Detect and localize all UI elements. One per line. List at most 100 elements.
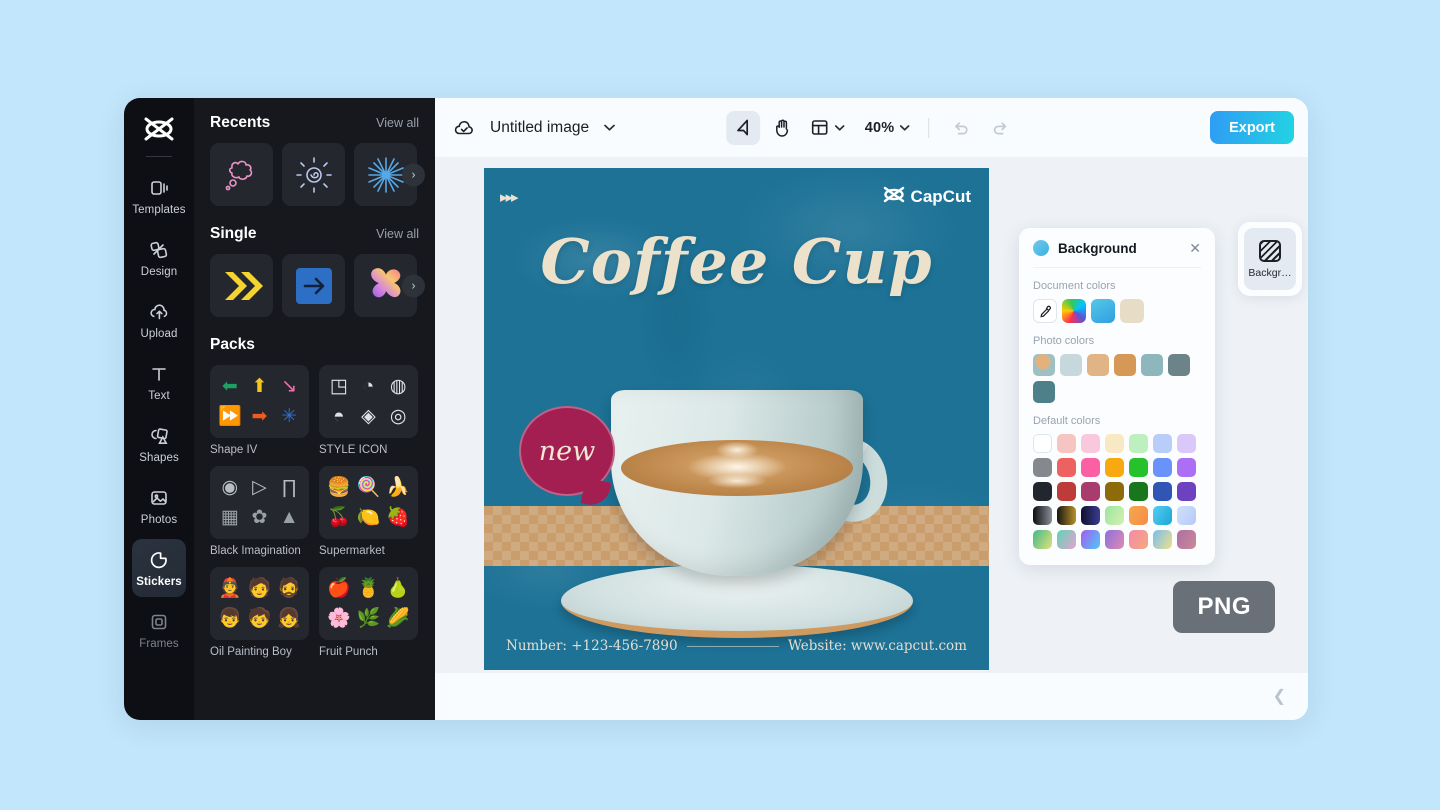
canvas-bottom-pad xyxy=(435,673,1308,720)
swatch-magenta-dark[interactable] xyxy=(1081,482,1100,501)
swatch-purple[interactable] xyxy=(1177,458,1196,477)
footer-divider xyxy=(686,645,779,647)
swatch-sand[interactable] xyxy=(1120,299,1144,323)
pack-supermarket[interactable]: 🍔 🍭 🍌 🍒 🍋 🍓 Supermarket xyxy=(319,466,418,557)
swatch-grad-purpleblue[interactable] xyxy=(1081,530,1100,549)
swatch-teal-light[interactable] xyxy=(1141,354,1163,376)
rail-divider xyxy=(146,156,172,157)
pack-style-icon[interactable]: ◳ ◔ ◍ ◓ ◈ ◎ STYLE ICON xyxy=(319,365,418,456)
swatch-violet[interactable] xyxy=(1177,482,1196,501)
swatch-grad-blueyellow[interactable] xyxy=(1153,530,1172,549)
frames-icon xyxy=(149,611,169,633)
swatch-pale-pink[interactable] xyxy=(1081,434,1100,453)
background-tool-button[interactable]: Backgr… xyxy=(1244,228,1296,290)
sidebar-item-label: Stickers xyxy=(136,575,182,588)
poster-phone-label[interactable]: Number: +123-456-7890 xyxy=(506,638,678,654)
swatch-grad-dark[interactable] xyxy=(1033,506,1052,525)
swatch-pink[interactable] xyxy=(1081,458,1100,477)
pack-sticker: ∏ xyxy=(281,476,297,498)
sidebar-item-frames[interactable]: Frames xyxy=(132,601,186,659)
sidebar-item-photos[interactable]: Photos xyxy=(132,477,186,535)
swatch-slate[interactable] xyxy=(1168,354,1190,376)
swatch-grad-periwinkle[interactable] xyxy=(1177,506,1196,525)
blue-arrow-square-sticker[interactable] xyxy=(282,254,345,317)
layout-tool[interactable] xyxy=(806,111,849,145)
pack-black-imagination[interactable]: ◉ ▷ ∏ ▦ ✿ ▲ Black Imagination xyxy=(210,466,309,557)
recents-next-arrow[interactable]: › xyxy=(402,163,425,186)
current-color-swatch[interactable] xyxy=(1033,240,1049,256)
pack-shape-iv[interactable]: ⬅ ⬆ ↘ ⏩ ➡ ✳ Shape IV xyxy=(210,365,309,456)
swatch-indigo[interactable] xyxy=(1153,482,1172,501)
sidebar-item-design[interactable]: Design xyxy=(132,229,186,287)
capcut-logo-icon[interactable] xyxy=(140,112,178,146)
swatch-red[interactable] xyxy=(1057,458,1076,477)
swatch-grad-tealpink[interactable] xyxy=(1057,530,1076,549)
swatch-rainbow[interactable] xyxy=(1062,299,1086,323)
swatch-grad-greenyellow[interactable] xyxy=(1033,530,1052,549)
swatch-teal-dark[interactable] xyxy=(1033,381,1055,403)
sun-swirl-sticker[interactable] xyxy=(282,143,345,206)
swatch-pale-blue[interactable] xyxy=(1060,354,1082,376)
zoom-level-control[interactable]: 40% xyxy=(861,111,915,145)
sidebar-item-shapes[interactable]: Shapes xyxy=(132,415,186,473)
swatch-grad-navy[interactable] xyxy=(1081,506,1100,525)
redo-button[interactable] xyxy=(983,111,1017,145)
coffee-cup-image[interactable] xyxy=(547,346,927,666)
swatch-ochre[interactable] xyxy=(1114,354,1136,376)
swatch-near-black[interactable] xyxy=(1033,482,1052,501)
swatch-grad-cyan[interactable] xyxy=(1153,506,1172,525)
single-next-arrow[interactable]: › xyxy=(402,274,425,297)
swatch-grad-mint[interactable] xyxy=(1105,506,1124,525)
yellow-double-chevron-sticker[interactable] xyxy=(210,254,273,317)
pack-fruit-punch[interactable]: 🍎 🍍 🍐 🌸 🌿 🌽 Fruit Punch xyxy=(319,567,418,658)
select-tool[interactable] xyxy=(725,110,760,145)
document-title[interactable]: Untitled image xyxy=(490,119,589,137)
swatch-dark-red[interactable] xyxy=(1057,482,1076,501)
sidebar-item-stickers[interactable]: Stickers xyxy=(132,539,186,597)
close-icon[interactable]: ✕ xyxy=(1189,241,1201,255)
photo-colors-row xyxy=(1033,354,1201,403)
background-panel[interactable]: Background ✕ Document colors Photo color… xyxy=(1019,228,1215,565)
swatch-white[interactable] xyxy=(1033,434,1052,453)
view-all-recents[interactable]: View all xyxy=(376,116,419,130)
swatch-forest[interactable] xyxy=(1129,482,1148,501)
sidebar-item-upload[interactable]: Upload xyxy=(132,291,186,349)
swatch-olive[interactable] xyxy=(1105,482,1124,501)
swatch-pale-red[interactable] xyxy=(1057,434,1076,453)
pack-oil-painting-boy[interactable]: 👲 🧑 🧔 👦 🧒 👧 Oil Painting Boy xyxy=(210,567,309,658)
undo-button[interactable] xyxy=(943,111,977,145)
swatch-grad-violetpink[interactable] xyxy=(1105,530,1124,549)
poster-footer: Number: +123-456-7890 Website: www.capcu… xyxy=(484,638,989,654)
new-badge[interactable]: new xyxy=(519,406,615,496)
swatch-pale-cream[interactable] xyxy=(1105,434,1124,453)
chevron-left-icon[interactable]: ❮ xyxy=(1273,686,1286,706)
swatch-blue[interactable] xyxy=(1153,458,1172,477)
swatch-green[interactable] xyxy=(1129,458,1148,477)
sidebar-item-text[interactable]: Text xyxy=(132,353,186,411)
chevron-down-icon[interactable] xyxy=(603,123,616,132)
hand-tool[interactable] xyxy=(766,111,800,145)
swatch-pale-blue2[interactable] xyxy=(1153,434,1172,453)
swatch-amber[interactable] xyxy=(1105,458,1124,477)
swatch-gray[interactable] xyxy=(1033,458,1052,477)
swatch-image-thumb[interactable] xyxy=(1033,354,1055,376)
sidebar-item-templates[interactable]: Templates xyxy=(132,167,186,225)
swatch-grad-orange[interactable] xyxy=(1129,506,1148,525)
swatch-grad-mauve[interactable] xyxy=(1177,530,1196,549)
eyedropper-icon[interactable] xyxy=(1033,299,1057,323)
swatch-pale-green[interactable] xyxy=(1129,434,1148,453)
swatch-grad-pinkorange[interactable] xyxy=(1129,530,1148,549)
canvas-area[interactable]: ▸▸▸ CapCut Coffee Cup new Number: +123-4… xyxy=(435,158,1308,720)
swatch-sky[interactable] xyxy=(1091,299,1115,323)
swatch-pale-purple[interactable] xyxy=(1177,434,1196,453)
section-header-single: Single View all xyxy=(210,225,419,243)
export-button[interactable]: Export xyxy=(1210,111,1294,144)
pack-sticker: 🍐 xyxy=(386,577,410,599)
cloud-doodle-sticker[interactable] xyxy=(210,143,273,206)
swatch-tan[interactable] xyxy=(1087,354,1109,376)
poster-title[interactable]: Coffee Cup xyxy=(484,225,989,298)
view-all-single[interactable]: View all xyxy=(376,227,419,241)
poster-canvas[interactable]: ▸▸▸ CapCut Coffee Cup new Number: +123-4… xyxy=(484,168,989,670)
swatch-grad-gold[interactable] xyxy=(1057,506,1076,525)
poster-website-label[interactable]: Website: www.capcut.com xyxy=(788,638,967,654)
